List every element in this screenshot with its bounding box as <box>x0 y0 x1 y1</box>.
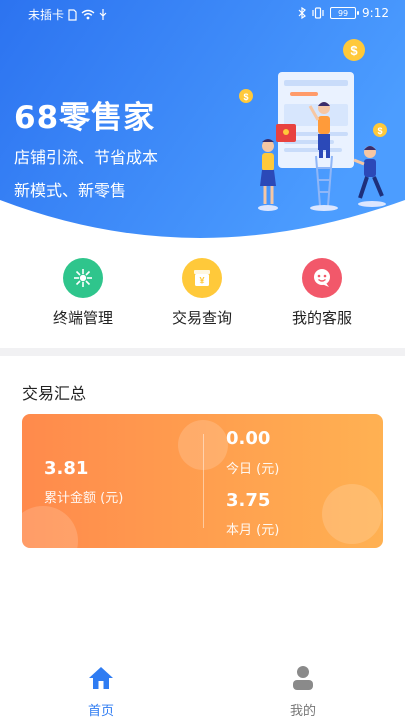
tab-home[interactable]: 首页 <box>61 664 141 719</box>
slogan-line-2: 新模式、新零售 <box>14 181 127 200</box>
yuan-ledger-icon: ¥ <box>182 258 222 298</box>
user-icon <box>263 664 343 692</box>
customer-service-label: 我的客服 <box>291 309 352 327</box>
status-bar: 未插卡 99 9:12 <box>0 0 405 26</box>
tab-mine-label: 我的 <box>289 704 316 719</box>
terminal-hub-icon <box>63 258 103 298</box>
transaction-summary-card[interactable]: 3.81 累计金额 (元) 0.00 今日 (元) 3.75 本月 (元) <box>22 414 383 548</box>
svg-text:$: $ <box>243 92 248 102</box>
vibrate-icon <box>312 7 324 19</box>
month-amount-value: 3.75 <box>226 490 271 511</box>
svg-text:$: $ <box>377 126 382 136</box>
customer-service-button[interactable]: 我的客服 <box>267 258 377 328</box>
today-amount-value: 0.00 <box>226 428 271 449</box>
clock-text: 9:12 <box>362 6 389 20</box>
total-amount-value: 3.81 <box>44 458 89 479</box>
carrier-text: 未插卡 <box>28 8 65 22</box>
tab-mine[interactable]: 我的 <box>263 664 343 719</box>
card-decoration <box>322 484 382 544</box>
battery-icon: 99 <box>330 7 360 19</box>
svg-text:¥: ¥ <box>199 276 204 286</box>
total-amount-label: 累计金额 (元) <box>44 491 124 506</box>
brand-title: 68零售家 <box>14 100 156 136</box>
month-amount-label: 本月 (元) <box>226 523 280 538</box>
svg-text:$: $ <box>350 43 358 58</box>
customer-service-icon <box>302 258 342 298</box>
section-divider <box>0 348 405 356</box>
home-icon <box>61 664 141 692</box>
terminal-management-button[interactable]: 终端管理 <box>28 258 138 328</box>
terminal-management-label: 终端管理 <box>52 309 113 327</box>
card-divider <box>203 434 204 528</box>
wifi-icon <box>81 9 95 20</box>
transaction-query-label: 交易查询 <box>171 309 232 327</box>
bottom-tab-bar: 首页 我的 <box>0 660 405 720</box>
slogan-line-1: 店铺引流、节省成本 <box>14 148 159 167</box>
quick-actions: 终端管理 ¥ 交易查询 我的客服 <box>0 258 405 338</box>
tab-home-label: 首页 <box>87 704 114 719</box>
usb-icon <box>99 8 107 21</box>
battery-level: 99 <box>337 8 349 18</box>
retail-illustration: $ $ $ <box>239 39 387 211</box>
transaction-query-button[interactable]: ¥ 交易查询 <box>147 258 257 328</box>
card-decoration <box>22 506 78 548</box>
sim-icon <box>68 8 77 21</box>
summary-title: 交易汇总 <box>22 384 87 403</box>
bluetooth-icon <box>298 7 306 19</box>
today-amount-label: 今日 (元) <box>226 462 280 477</box>
hero-banner: 未插卡 99 9:12 68零售家 店铺引流、节省成本 新模式、新零售 $ $ … <box>0 0 405 240</box>
